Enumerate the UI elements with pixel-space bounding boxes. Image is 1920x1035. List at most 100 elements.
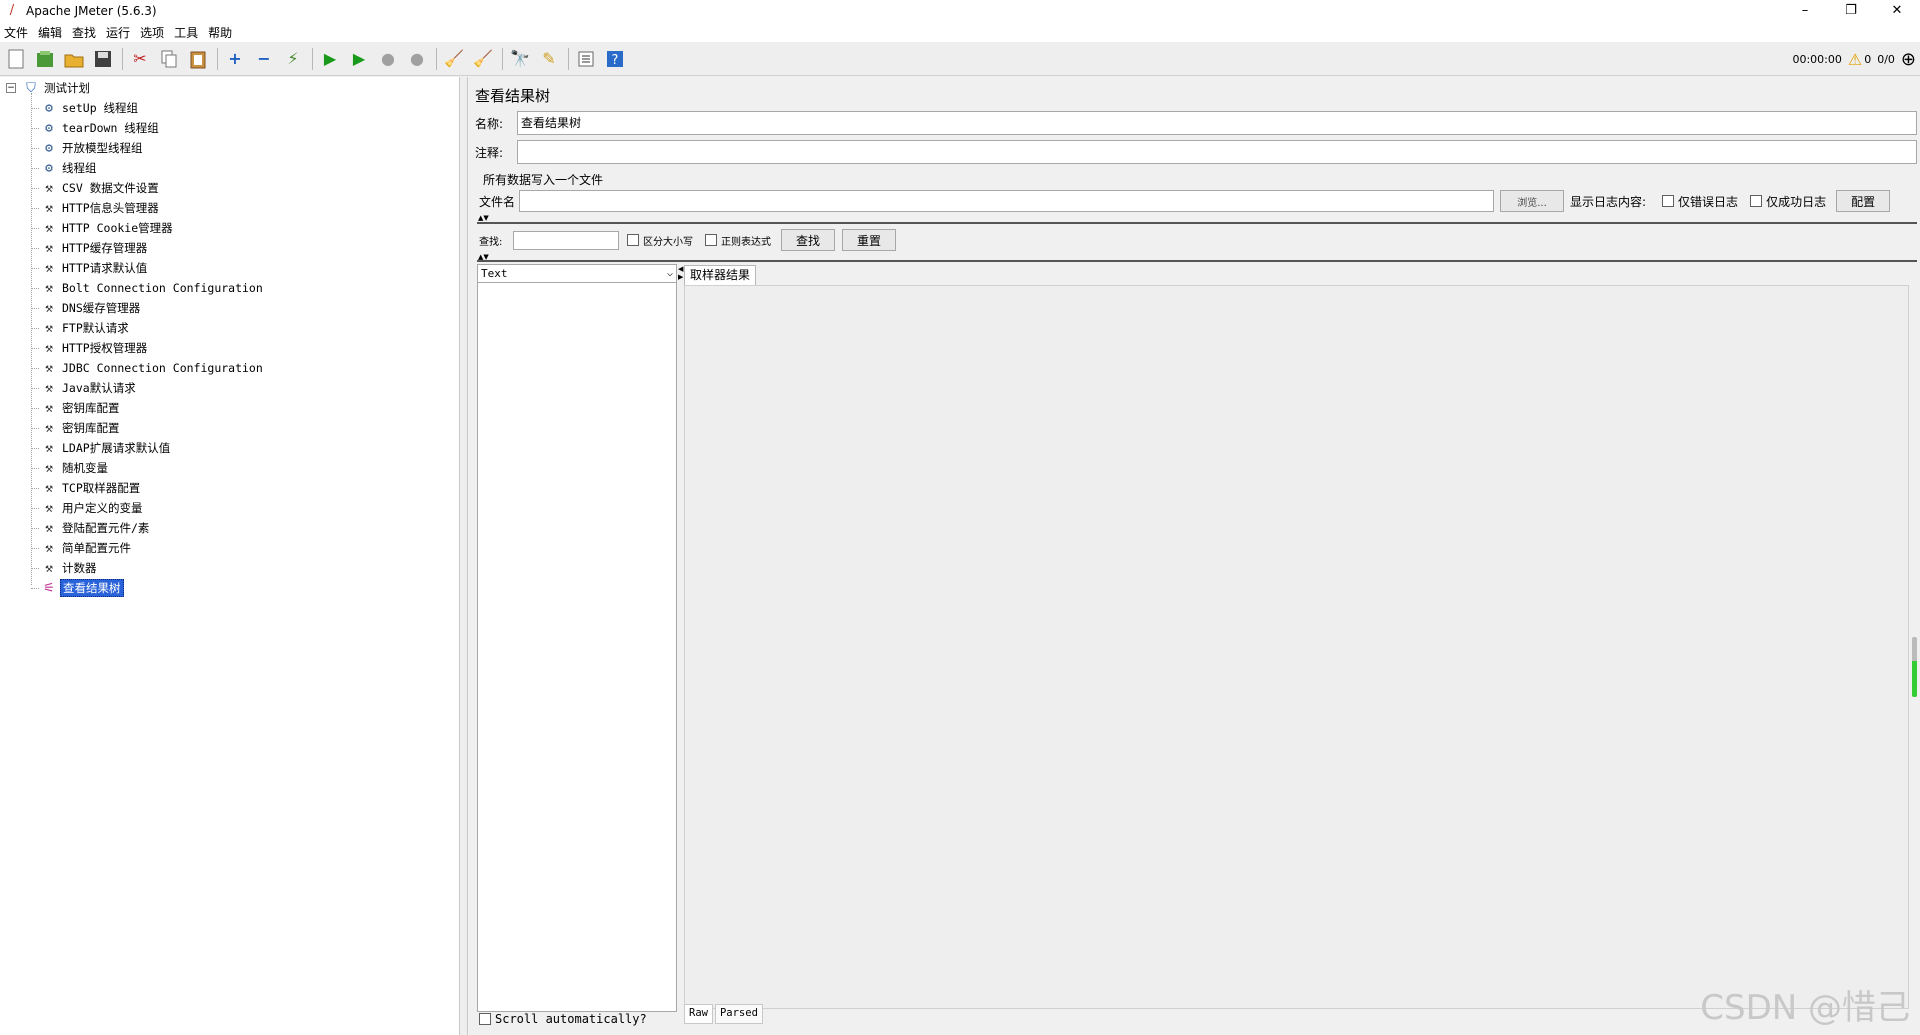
test-plan-tree[interactable]: − ⛉ 测试计划 ⚙ setUp 线程组 ⚙ tearDown 线程组 ⚙ 开放模型线程组… — [0, 77, 460, 1035]
comment-field[interactable] — [517, 140, 1917, 164]
tab-parsed[interactable]: Parsed — [714, 1004, 763, 1024]
start-icon[interactable]: ▶ — [318, 47, 342, 71]
minimize-button[interactable]: – — [1782, 0, 1828, 22]
tree-item[interactable]: ⚒ HTTP请求默认值 — [31, 258, 149, 278]
case-sensitive-checkbox[interactable]: 区分大小写 — [627, 233, 693, 248]
open-icon[interactable] — [62, 47, 86, 71]
view-results-tree-panel: 查看结果树 名称: 查看结果树 注释: 所有数据写入一个文件 文件名 浏览...… — [468, 77, 1920, 1035]
tree-item[interactable]: ⚒ 简单配置元件 — [31, 538, 133, 558]
tree-branch-line — [31, 128, 39, 129]
tree-item[interactable]: ⚒ JDBC Connection Configuration — [31, 358, 265, 378]
expand-all-icon[interactable]: + — [223, 47, 247, 71]
scroll-indicator[interactable] — [1912, 637, 1917, 697]
toggle-icon[interactable]: ⚡ — [281, 47, 305, 71]
tree-branch-line — [31, 388, 39, 389]
checkbox-box[interactable] — [627, 234, 639, 246]
checkbox-box[interactable] — [1750, 195, 1763, 207]
tree-item[interactable]: ⚟ 查看结果树 — [31, 578, 124, 598]
name-field[interactable]: 查看结果树 — [517, 111, 1917, 135]
help-icon[interactable]: ? — [603, 47, 627, 71]
close-button[interactable]: ✕ — [1874, 0, 1920, 22]
tree-item[interactable]: ⚒ 计数器 — [31, 558, 99, 578]
tree-item[interactable]: ⚒ 随机变量 — [31, 458, 110, 478]
tree-item[interactable]: ⚒ 密钥库配置 — [31, 418, 122, 438]
warning-icon[interactable]: ⚠ — [1848, 50, 1862, 69]
renderer-select[interactable]: Text ⌵ — [478, 265, 676, 283]
checkbox-box[interactable] — [1662, 195, 1675, 207]
shutdown-icon[interactable]: ● — [405, 47, 429, 71]
tree-item[interactable]: ⚒ 用户定义的变量 — [31, 498, 145, 518]
scroll-auto-check[interactable]: Scroll automatically? — [479, 1012, 647, 1026]
splitter-arrows[interactable]: ▲▼ — [478, 214, 489, 222]
tree-item[interactable]: ⚙ setUp 线程组 — [31, 98, 140, 118]
function-helper-icon[interactable] — [574, 47, 598, 71]
menu-tools[interactable]: 工具 — [174, 24, 198, 41]
tab-raw[interactable]: Raw — [684, 1004, 713, 1024]
new-icon[interactable] — [4, 47, 28, 71]
configure-button[interactable]: 配置 — [1836, 190, 1891, 212]
tree-item[interactable]: ⚒ DNS缓存管理器 — [31, 298, 142, 318]
menu-run[interactable]: 运行 — [106, 24, 130, 41]
pane-splitter[interactable] — [460, 77, 468, 1035]
menu-options[interactable]: 选项 — [140, 24, 164, 41]
tree-item[interactable]: ⚒ HTTP授权管理器 — [31, 338, 149, 358]
checkbox-box[interactable] — [479, 1013, 491, 1025]
tree-item[interactable]: ⚒ FTP默认请求 — [31, 318, 131, 338]
collapse-toggle[interactable]: − — [6, 83, 16, 93]
regex-checkbox[interactable]: 正则表达式 — [705, 233, 771, 248]
search-icon[interactable]: 🔭 — [508, 47, 532, 71]
success-only-checkbox[interactable]: 仅成功日志 — [1750, 193, 1826, 210]
paste-icon[interactable] — [186, 47, 210, 71]
reset-button[interactable]: 重置 — [842, 229, 896, 251]
cut-icon[interactable]: ✂ — [128, 47, 152, 71]
menu-edit[interactable]: 编辑 — [38, 24, 62, 41]
collapse-all-icon[interactable]: − — [252, 47, 276, 71]
tree-item[interactable]: ⚙ tearDown 线程组 — [31, 118, 161, 138]
splitter-arrows[interactable]: ▲▼ — [478, 253, 489, 261]
clear-all-icon[interactable]: 🧹 — [471, 47, 495, 71]
save-icon[interactable] — [91, 47, 115, 71]
tree-item[interactable]: ⚒ Bolt Connection Configuration — [31, 278, 265, 298]
window-controls: – ❐ ✕ — [1782, 0, 1920, 22]
errors-only-checkbox[interactable]: 仅错误日志 — [1662, 193, 1738, 210]
stop-icon[interactable]: ● — [376, 47, 400, 71]
tree-branch-line — [31, 308, 39, 309]
reset-search-icon[interactable]: ✎ — [537, 47, 561, 71]
tree-root-test-plan[interactable]: ⛉ 测试计划 — [22, 78, 92, 98]
tab-sampler-result[interactable]: 取样器结果 — [684, 265, 757, 285]
checkbox-box[interactable] — [705, 234, 717, 246]
tree-item-label: HTTP信息头管理器 — [62, 201, 159, 215]
tree-item[interactable]: ⚒ CSV 数据文件设置 — [31, 178, 161, 198]
sample-results-list[interactable]: Text ⌵ — [477, 264, 677, 1012]
gear-icon: ⚙ — [45, 120, 53, 136]
tree-item[interactable]: ⚒ TCP取样器配置 — [31, 478, 142, 498]
menu-search[interactable]: 查找 — [72, 24, 96, 41]
title-bar: / Apache JMeter (5.6.3) – ❐ ✕ — [0, 0, 1920, 22]
tree-branch-line — [31, 368, 39, 369]
browse-button[interactable]: 浏览... — [1500, 190, 1564, 212]
wrench-icon: ⚒ — [45, 460, 53, 476]
tree-item[interactable]: ⚒ Java默认请求 — [31, 378, 138, 398]
start-no-pauses-icon[interactable]: ▶ — [347, 47, 371, 71]
tree-item[interactable]: ⚒ HTTP信息头管理器 — [31, 198, 161, 218]
menu-help[interactable]: 帮助 — [208, 24, 232, 41]
tree-item[interactable]: ⚒ 登陆配置元件/素 — [31, 518, 151, 538]
menu-file[interactable]: 文件 — [4, 24, 28, 41]
maximize-button[interactable]: ❐ — [1828, 0, 1874, 22]
tree-item-label: tearDown 线程组 — [62, 121, 159, 135]
copy-icon[interactable] — [157, 47, 181, 71]
templates-icon[interactable] — [33, 47, 57, 71]
tree-item[interactable]: ⚒ HTTP Cookie管理器 — [31, 218, 175, 238]
tree-item[interactable]: ⚒ LDAP扩展请求默认值 — [31, 438, 172, 458]
tree-item[interactable]: ⚙ 线程组 — [31, 158, 99, 178]
find-button[interactable]: 查找 — [781, 229, 835, 251]
tree-item[interactable]: ⚙ 开放模型线程组 — [31, 138, 145, 158]
search-field[interactable] — [513, 230, 619, 250]
scroll-automatically-checkbox[interactable]: Scroll automatically? — [479, 1012, 647, 1026]
clear-icon[interactable]: 🧹 — [442, 47, 466, 71]
tree-item[interactable]: ⚒ 密钥库配置 — [31, 398, 122, 418]
filename-field[interactable] — [519, 190, 1494, 212]
tree-item[interactable]: ⚒ HTTP缓存管理器 — [31, 238, 149, 258]
tree-branch-line — [31, 448, 39, 449]
search-row: 查找: 区分大小写 正则表达式 查找 重置 — [479, 228, 896, 252]
